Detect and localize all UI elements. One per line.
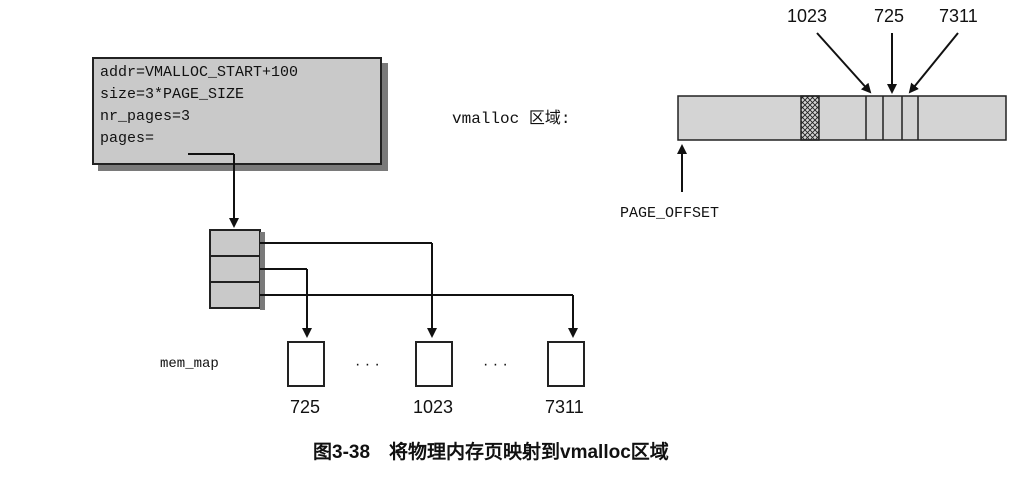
pages-pointer-arrow [188, 153, 239, 228]
vmalloc-arrow-7311 [908, 32, 959, 94]
vmalloc-arrow-1023 [816, 32, 872, 94]
vmalloc-label-1023: 1023 [787, 6, 828, 26]
diagram-graphics [188, 32, 1007, 387]
mem-map-page-725 [287, 341, 325, 387]
mem-map-label: mem_map [160, 356, 219, 372]
mem-map-page-1023-label: 1023 [413, 397, 454, 417]
mem-map-page-725-label: 725 [290, 397, 321, 417]
vmalloc-label-725: 725 [874, 6, 905, 26]
array-entry-arrow-1023 [260, 242, 437, 338]
mem-map-page-7311 [547, 341, 585, 387]
mem-map-page-1023 [415, 341, 453, 387]
page-offset-label: PAGE_OFFSET [620, 205, 720, 222]
vmalloc-label-7311: 7311 [939, 6, 978, 26]
array-entry-arrow-725 [260, 268, 312, 338]
vmalloc-region-label: vmalloc 区域: [452, 110, 571, 128]
mem-map-ellipsis-1: · · · [355, 356, 380, 373]
page-pointer-array [209, 229, 265, 310]
mem-map-page-7311-label: 7311 [545, 397, 584, 417]
figure-caption: 图3-38 将物理内存页映射到vmalloc区域 [313, 442, 669, 463]
vmalloc-region-bar [677, 95, 1007, 141]
mem-map-ellipsis-2: · · · [483, 356, 508, 373]
